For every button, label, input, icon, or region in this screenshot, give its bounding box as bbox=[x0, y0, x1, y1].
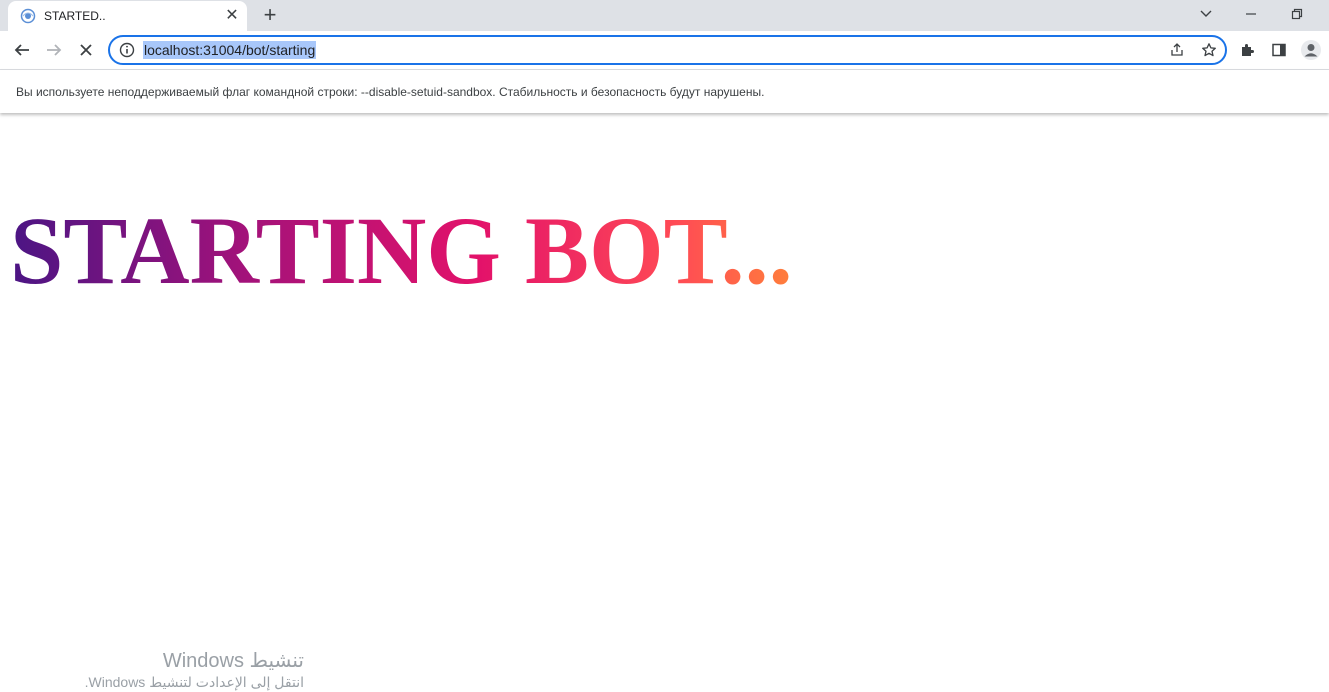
tab-close-icon[interactable]: ✕ bbox=[223, 7, 241, 25]
side-panel-icon[interactable] bbox=[1265, 36, 1293, 64]
share-icon[interactable] bbox=[1167, 40, 1187, 60]
back-arrow-icon[interactable] bbox=[8, 36, 36, 64]
page-heading: STARTING BOT... bbox=[10, 197, 793, 304]
profile-avatar-icon[interactable] bbox=[1297, 36, 1325, 64]
minimize-icon[interactable] bbox=[1228, 0, 1274, 28]
stop-loading-icon[interactable] bbox=[72, 36, 100, 64]
address-bar[interactable]: localhost:31004/bot/starting bbox=[108, 35, 1227, 65]
url-text[interactable]: localhost:31004/bot/starting bbox=[143, 41, 317, 59]
extensions-puzzle-icon[interactable] bbox=[1233, 36, 1261, 64]
bookmark-star-icon[interactable] bbox=[1199, 40, 1219, 60]
browser-tab[interactable]: STARTED.. ✕ bbox=[8, 1, 247, 31]
warning-infobar: Вы используете неподдерживаемый флаг ком… bbox=[0, 70, 1329, 113]
info-icon[interactable] bbox=[118, 41, 136, 59]
forward-arrow-icon[interactable] bbox=[40, 36, 68, 64]
activation-watermark-title: تنشيط Windows bbox=[162, 650, 304, 672]
globe-icon bbox=[20, 8, 36, 24]
infobar-message: Вы используете неподдерживаемый флаг ком… bbox=[16, 85, 765, 99]
tab-title: STARTED.. bbox=[44, 9, 106, 23]
new-tab-button[interactable]: + bbox=[258, 3, 282, 27]
browser-toolbar: localhost:31004/bot/starting bbox=[0, 31, 1329, 70]
activation-watermark-subtitle: انتقل إلى الإعدادت لتنشيط Windows. bbox=[84, 674, 304, 690]
tab-search-icon[interactable] bbox=[1183, 0, 1229, 28]
tab-strip: STARTED.. ✕ + bbox=[0, 0, 1329, 31]
restore-icon[interactable] bbox=[1274, 0, 1320, 28]
